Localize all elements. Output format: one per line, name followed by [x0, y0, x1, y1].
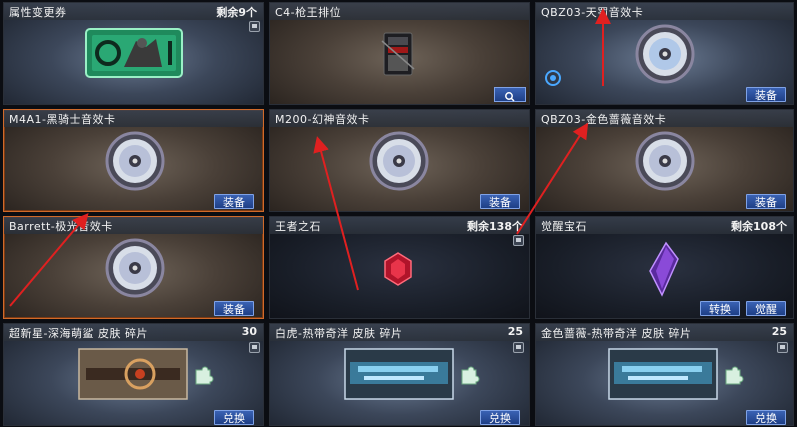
card-attribute-change-coupon[interactable]: 属性变更券 剩余9个 — [3, 2, 264, 105]
card-count: 剩余9个 — [216, 6, 257, 19]
card-title: Barrett-极光音效卡 — [9, 220, 113, 233]
c4-bomb-icon — [381, 32, 415, 76]
card-title: 金色蔷薇-热带奇洋 皮肤 碎片 — [541, 327, 692, 340]
lock-icon[interactable] — [249, 342, 260, 353]
card-awakening-gem[interactable]: 觉醒宝石 剩余108个 转换 觉醒 — [535, 216, 794, 319]
puzzle-piece-icon — [195, 366, 214, 385]
card-count: 25 — [507, 325, 523, 338]
equip-button[interactable]: 装备 — [214, 301, 254, 316]
card-m200-phantom-sound[interactable]: M200-幻神音效卡 装备 — [269, 109, 530, 212]
coupon-ticket-icon — [85, 28, 183, 78]
card-m4a1-black-knight-sound[interactable]: M4A1-黑骑士音效卡 装备 — [3, 109, 264, 212]
card-count: 剩余108个 — [731, 220, 787, 233]
card-count: 30 — [241, 325, 257, 338]
purple-crystal-icon — [649, 241, 679, 297]
inventory-grid: 属性变更券 剩余9个 C4-枪王排位 QBZ03-天罚音效卡 装备 M4A1-黑… — [0, 0, 797, 427]
sound-disc-icon — [635, 24, 695, 84]
card-qbz03-tianfa-sound[interactable]: QBZ03-天罚音效卡 装备 — [535, 2, 794, 105]
search-button[interactable] — [494, 87, 526, 102]
awaken-button[interactable]: 觉醒 — [746, 301, 786, 316]
sound-disc-icon — [635, 131, 695, 191]
red-gem-icon — [384, 252, 412, 286]
weapon-skin-icon — [608, 348, 718, 400]
equip-button[interactable]: 装备 — [214, 194, 254, 209]
card-white-tiger-tropical-fragment[interactable]: 白虎-热带奇洋 皮肤 碎片 25 兑换 — [269, 323, 530, 426]
exchange-button[interactable]: 兑换 — [746, 410, 786, 425]
puzzle-piece-icon — [725, 366, 744, 385]
card-supernova-shark-fragment[interactable]: 超新星-深海萌鲨 皮肤 碎片 30 兑换 — [3, 323, 264, 426]
weapon-skin-icon — [78, 348, 188, 400]
card-title: 超新星-深海萌鲨 皮肤 碎片 — [9, 327, 148, 340]
card-count: 剩余138个 — [467, 220, 523, 233]
sound-disc-icon — [369, 131, 429, 191]
card-count: 25 — [771, 325, 787, 338]
convert-button[interactable]: 转换 — [700, 301, 740, 316]
card-title: 觉醒宝石 — [541, 220, 587, 233]
card-c4-rank[interactable]: C4-枪王排位 — [269, 2, 530, 105]
card-title: QBZ03-天罚音效卡 — [541, 6, 644, 19]
exchange-button[interactable]: 兑换 — [480, 410, 520, 425]
card-barrett-aurora-sound[interactable]: Barrett-极光音效卡 装备 — [3, 216, 264, 319]
target-icon — [545, 70, 561, 86]
lock-icon[interactable] — [513, 235, 524, 246]
card-title: QBZ03-金色蔷薇音效卡 — [541, 113, 667, 126]
card-qbz03-golden-rose-sound[interactable]: QBZ03-金色蔷薇音效卡 装备 — [535, 109, 794, 212]
lock-icon[interactable] — [513, 342, 524, 353]
sound-disc-icon — [105, 238, 165, 298]
card-title: M200-幻神音效卡 — [275, 113, 370, 126]
card-title: C4-枪王排位 — [275, 6, 342, 19]
equip-button[interactable]: 装备 — [480, 194, 520, 209]
search-icon — [505, 92, 515, 102]
sound-disc-icon — [105, 131, 165, 191]
weapon-skin-icon — [344, 348, 454, 400]
lock-icon[interactable] — [249, 21, 260, 32]
card-title: 属性变更券 — [9, 6, 67, 19]
equip-button[interactable]: 装备 — [746, 87, 786, 102]
card-king-stone[interactable]: 王者之石 剩余138个 — [269, 216, 530, 319]
card-title: 王者之石 — [275, 220, 321, 233]
card-title: 白虎-热带奇洋 皮肤 碎片 — [275, 327, 403, 340]
equip-button[interactable]: 装备 — [746, 194, 786, 209]
card-golden-rose-tropical-fragment[interactable]: 金色蔷薇-热带奇洋 皮肤 碎片 25 兑换 — [535, 323, 794, 426]
exchange-button[interactable]: 兑换 — [214, 410, 254, 425]
lock-icon[interactable] — [777, 342, 788, 353]
card-title: M4A1-黑骑士音效卡 — [9, 113, 116, 126]
puzzle-piece-icon — [461, 366, 480, 385]
